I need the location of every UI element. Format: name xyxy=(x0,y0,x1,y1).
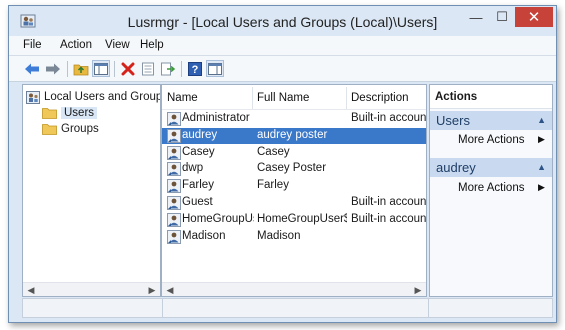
tree-item-users[interactable]: Users xyxy=(42,105,98,121)
lusrmgr-window: Lusrmgr - [Local Users and Groups (Local… xyxy=(8,5,557,323)
export-list-icon[interactable] xyxy=(159,60,177,77)
toolbar: ? xyxy=(9,56,556,82)
user-account-icon xyxy=(167,212,181,227)
table-row[interactable]: Farley Farley xyxy=(162,178,426,195)
scroll-left-arrow-icon[interactable]: ◀ xyxy=(25,284,37,296)
table-row[interactable]: Madison Madison xyxy=(162,229,426,246)
user-name-cell: HomeGroupUser$ xyxy=(182,212,254,225)
actions-section-audrey[interactable]: audrey ▲ xyxy=(430,158,552,177)
table-row[interactable]: Casey Casey xyxy=(162,145,426,162)
user-name-cell: Guest xyxy=(182,196,213,208)
tree-pane: Local Users and Groups Users Groups ◀ ▶ xyxy=(22,84,161,297)
status-cell xyxy=(163,299,429,317)
toolbar-separator xyxy=(181,61,182,77)
actions-section-audrey-label: audrey xyxy=(436,160,476,175)
more-actions-label: More Actions xyxy=(458,134,525,146)
scroll-right-arrow-icon[interactable]: ▶ xyxy=(412,284,424,296)
tree-root-label: Local Users and Groups xyxy=(44,91,161,103)
properties-icon[interactable] xyxy=(139,60,157,77)
user-name-cell: Madison xyxy=(182,229,226,242)
user-account-icon xyxy=(167,112,181,126)
back-arrow-icon[interactable] xyxy=(23,60,41,77)
user-account-icon xyxy=(167,229,181,244)
tree-item-users-label: Users xyxy=(61,107,98,119)
scroll-right-arrow-icon[interactable]: ▶ xyxy=(146,284,158,296)
collapse-arrow-icon[interactable]: ▲ xyxy=(537,115,546,125)
actions-section-users-label: Users xyxy=(436,113,470,128)
actions-title: Actions xyxy=(430,85,552,109)
delete-icon[interactable] xyxy=(119,60,137,77)
menu-action[interactable]: Action xyxy=(60,39,92,51)
description-cell: Built-in account xyxy=(351,212,426,225)
table-row[interactable]: Guest Built-in account xyxy=(162,195,426,212)
user-name-cell: audrey xyxy=(182,128,218,141)
submenu-arrow-icon: ▶ xyxy=(538,182,545,192)
minimize-button[interactable]: — xyxy=(463,7,489,27)
user-name-cell: dwp xyxy=(182,162,204,175)
menu-help[interactable]: Help xyxy=(140,39,164,51)
column-header-full-name[interactable]: Full Name xyxy=(257,92,309,104)
maximize-button[interactable]: ☐ xyxy=(489,7,515,27)
folder-icon xyxy=(42,107,57,119)
users-groups-icon xyxy=(26,90,40,104)
more-actions-audrey[interactable]: More Actions ▶ xyxy=(458,182,545,194)
user-account-icon xyxy=(167,145,181,160)
table-row[interactable]: Administrator Built-in account xyxy=(162,111,426,128)
more-actions-label: More Actions xyxy=(458,182,525,194)
user-name-cell: Casey xyxy=(182,145,215,158)
user-account-icon xyxy=(167,179,181,194)
full-name-cell: Farley xyxy=(257,179,289,192)
status-cell xyxy=(23,299,163,317)
column-divider[interactable] xyxy=(346,87,347,109)
table-row[interactable]: HomeGroupUser$HomeGroupUser$ Built-in acc… xyxy=(162,212,426,229)
more-actions-users[interactable]: More Actions ▶ xyxy=(458,134,545,146)
svg-text:?: ? xyxy=(192,64,199,76)
toolbar-separator xyxy=(114,61,115,77)
column-divider[interactable] xyxy=(252,87,253,109)
toolbar-separator xyxy=(67,61,68,77)
actions-section-users[interactable]: Users ▲ xyxy=(430,111,552,130)
table-row[interactable]: dwp Casey Poster xyxy=(162,161,426,178)
user-name-cell: Administrator xyxy=(182,112,250,124)
column-header-description[interactable]: Description xyxy=(351,92,409,104)
scroll-left-arrow-icon[interactable]: ◀ xyxy=(164,284,176,296)
actions-pane: Actions Users ▲ More Actions ▶ audrey ▲ … xyxy=(429,84,553,297)
title-bar[interactable]: Lusrmgr - [Local Users and Groups (Local… xyxy=(9,6,556,36)
full-name-cell: Casey xyxy=(257,145,290,158)
menu-bar: File Action View Help xyxy=(9,36,556,56)
close-button[interactable]: ✕ xyxy=(515,7,553,27)
tree-item-groups[interactable]: Groups xyxy=(42,121,99,137)
table-row[interactable]: audrey audrey poster xyxy=(162,127,426,145)
users-list-pane: Name Full Name Description Administrator… xyxy=(161,84,427,297)
show-hide-action-pane-icon[interactable] xyxy=(206,60,224,77)
user-account-icon xyxy=(167,128,181,143)
collapse-arrow-icon[interactable]: ▲ xyxy=(537,162,546,172)
description-cell: Built-in account xyxy=(351,196,426,208)
tree-root-local-users-and-groups[interactable]: Local Users and Groups xyxy=(26,89,161,105)
user-name-cell: Farley xyxy=(182,179,214,192)
full-name-cell: Madison xyxy=(257,229,301,242)
list-horizontal-scrollbar[interactable]: ◀ ▶ xyxy=(162,282,426,296)
full-name-cell: Casey Poster xyxy=(257,162,327,175)
up-folder-icon[interactable] xyxy=(72,60,90,77)
folder-icon xyxy=(42,123,57,135)
menu-view[interactable]: View xyxy=(105,39,130,51)
user-account-icon xyxy=(167,162,181,177)
help-icon[interactable]: ? xyxy=(186,60,204,77)
header-divider xyxy=(162,109,426,110)
user-account-icon xyxy=(167,196,181,210)
full-name-cell: audrey poster xyxy=(257,128,328,141)
description-cell: Built-in account xyxy=(351,112,426,124)
tree-item-groups-label: Groups xyxy=(61,123,99,135)
forward-arrow-icon[interactable] xyxy=(44,60,62,77)
show-hide-tree-icon[interactable] xyxy=(92,60,110,77)
tree-horizontal-scrollbar[interactable]: ◀ ▶ xyxy=(23,282,160,296)
full-name-cell: HomeGroupUser$ xyxy=(257,212,347,225)
column-header-name[interactable]: Name xyxy=(167,92,198,104)
submenu-arrow-icon: ▶ xyxy=(538,134,545,144)
status-bar xyxy=(22,298,553,318)
menu-file[interactable]: File xyxy=(23,39,42,51)
